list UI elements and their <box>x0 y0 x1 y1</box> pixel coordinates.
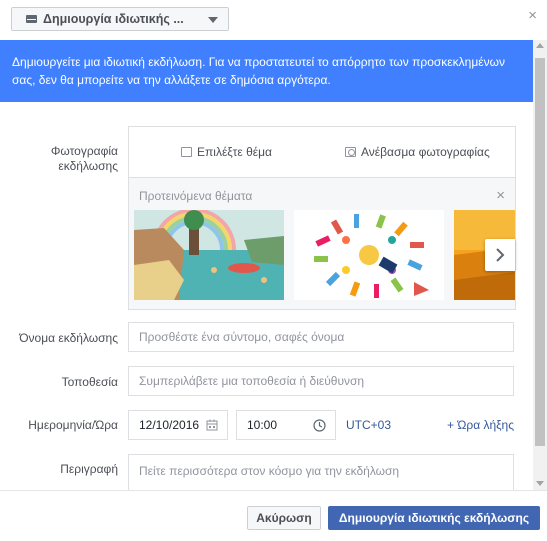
create-private-event-button[interactable]: Δημιουργία ιδιωτικής εκδήλωσης <box>328 506 540 530</box>
description-label: Περιγραφή <box>60 462 118 476</box>
camera-icon <box>345 147 356 157</box>
scrollbar[interactable] <box>533 40 547 490</box>
next-themes-button[interactable] <box>485 239 515 271</box>
choose-theme-button[interactable]: Επιλέξτε θέμα <box>181 145 272 159</box>
theme-icon <box>181 147 192 157</box>
scroll-up-icon[interactable] <box>536 43 544 48</box>
date-value: 12/10/2016 <box>139 418 200 432</box>
description-input[interactable]: Πείτε περισσότερα στον κόσμο για την εκδ… <box>128 454 514 494</box>
private-event-notice: Δημιουργείτε μια ιδιωτική εκδήλωση. Για … <box>0 40 533 102</box>
date-input[interactable]: 12/10/2016 <box>128 410 228 440</box>
chevron-right-icon <box>496 248 505 262</box>
photo-picker: Επιλέξτε θέμα Ανέβασμα φωτογραφίας Προτε… <box>128 126 516 310</box>
envelope-icon <box>26 15 37 23</box>
theme-thumbnail-beach[interactable] <box>134 210 284 300</box>
calendar-icon[interactable] <box>206 419 218 431</box>
photo-tabs: Επιλέξτε θέμα Ανέβασμα φωτογραφίας <box>129 127 515 177</box>
close-icon[interactable]: × <box>528 8 537 24</box>
clock-icon[interactable] <box>313 419 326 432</box>
datetime-label: Ημερομηνία/Ώρα <box>28 418 118 432</box>
chevron-down-icon <box>208 17 218 23</box>
scroll-down-icon[interactable] <box>536 481 544 486</box>
event-name-label: Όνομα εκδήλωσης <box>19 331 118 345</box>
choose-theme-label: Επιλέξτε θέμα <box>197 145 272 159</box>
time-value: 10:00 <box>247 418 278 432</box>
location-placeholder: Συμπεριλάβετε μια τοποθεσία ή διεύθυνση <box>139 374 365 388</box>
upload-photo-button[interactable]: Ανέβασμα φωτογραφίας <box>345 145 490 159</box>
event-type-dropdown[interactable]: Δημιουργία ιδιωτικής ... <box>11 7 229 31</box>
event-name-placeholder: Προσθέστε ένα σύντομο, σαφές όνομα <box>139 330 345 344</box>
description-placeholder: Πείτε περισσότερα στον κόσμο για την εκδ… <box>139 464 400 478</box>
add-end-time-link[interactable]: + Ώρα λήξης <box>447 418 514 432</box>
suggested-themes-panel: Προτεινόμενα θέματα × <box>129 177 515 309</box>
theme-thumbnail-summer-items[interactable] <box>294 210 444 300</box>
cancel-button[interactable]: Ακύρωση <box>247 506 321 530</box>
dialog-header: Δημιουργία ιδιωτικής ... × <box>0 0 547 40</box>
location-label: Τοποθεσία <box>61 375 118 389</box>
timezone-link[interactable]: UTC+03 <box>346 418 391 432</box>
upload-photo-label: Ανέβασμα φωτογραφίας <box>361 145 490 159</box>
event-type-label: Δημιουργία ιδιωτικής ... <box>43 12 184 26</box>
location-input[interactable]: Συμπεριλάβετε μια τοποθεσία ή διεύθυνση <box>128 366 514 396</box>
event-name-input[interactable]: Προσθέστε ένα σύντομο, σαφές όνομα <box>128 322 514 352</box>
close-themes-icon[interactable]: × <box>496 187 505 204</box>
scrollbar-thumb[interactable] <box>535 58 545 446</box>
dialog-footer: Ακύρωση Δημιουργία ιδιωτικής εκδήλωσης <box>0 490 547 541</box>
time-input[interactable]: 10:00 <box>236 410 336 440</box>
photo-label: Φωτογραφία εκδήλωσης <box>50 144 118 173</box>
suggested-themes-title: Προτεινόμενα θέματα <box>139 189 253 203</box>
